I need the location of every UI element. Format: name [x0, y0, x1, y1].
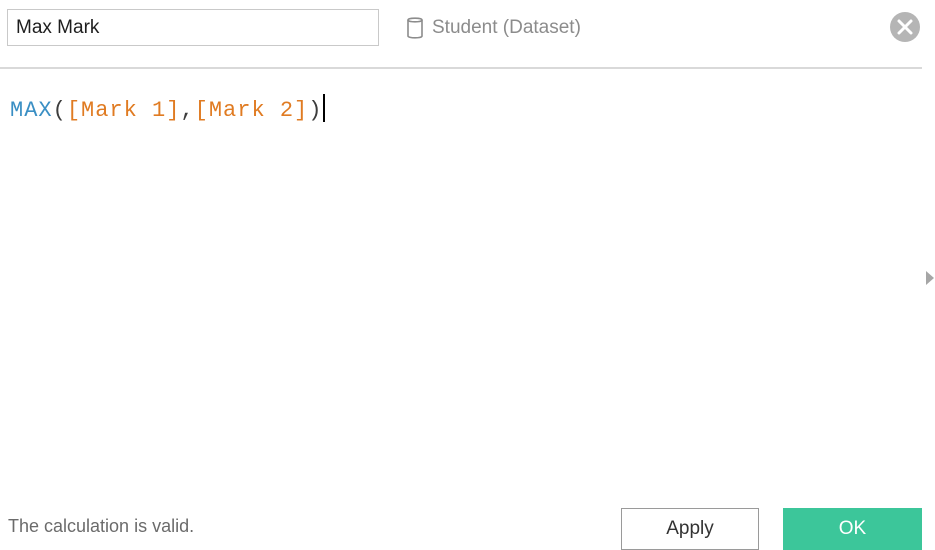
datasource-label: Student (Dataset)	[432, 17, 581, 38]
expand-side-panel-button[interactable]	[925, 268, 935, 288]
formula-close-paren: )	[308, 98, 323, 123]
header-divider	[0, 67, 922, 69]
formula-field-token-1: [Mark 1]	[66, 98, 181, 123]
formula-function-token: MAX	[10, 98, 53, 123]
text-caret	[323, 94, 326, 122]
formula-field-token-2: [Mark 2]	[194, 98, 309, 123]
close-circle-icon	[890, 12, 920, 42]
expand-right-icon	[926, 271, 934, 285]
database-icon	[407, 17, 423, 39]
close-button[interactable]	[889, 11, 921, 43]
formula-open-paren: (	[52, 98, 67, 123]
formula-editor[interactable]: MAX([Mark 1],[Mark 2])	[0, 70, 920, 470]
calculation-name-input[interactable]	[7, 9, 379, 46]
formula-comma: ,	[180, 98, 195, 123]
validation-status: The calculation is valid.	[8, 516, 195, 536]
ok-button[interactable]: OK	[783, 508, 922, 550]
calculation-editor-dialog: Student (Dataset) MAX([Mark 1],[Mark 2])…	[0, 0, 935, 550]
datasource-indicator: Student (Dataset)	[406, 13, 581, 43]
apply-button[interactable]: Apply	[621, 508, 759, 550]
formula-text[interactable]: MAX([Mark 1],[Mark 2])	[10, 94, 326, 125]
